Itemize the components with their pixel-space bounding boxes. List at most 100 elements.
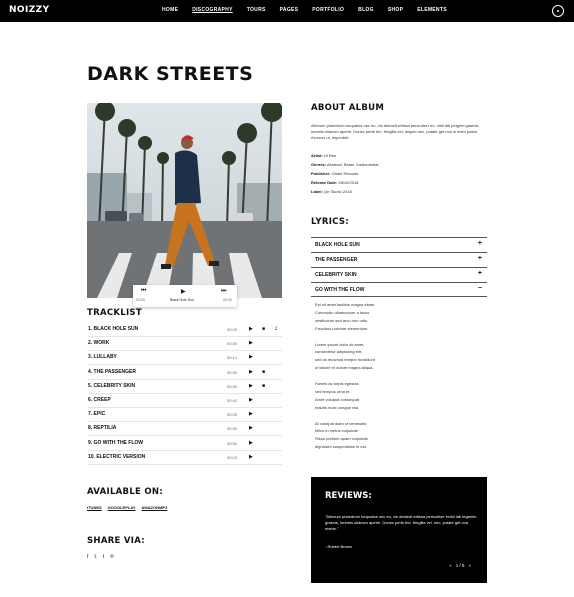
about-description: Alienum phaedrum torquatos nec eu, vis d… [311,123,480,140]
googleplay-link[interactable]: GOOGLEPLAY [108,505,136,510]
about-title: ABOUT ALBUM [311,103,385,113]
track-duration: 00:30 [227,383,238,389]
lyrics-item-black-hole-sun[interactable]: BLACK HOLE SUN + [311,237,487,252]
lyrics-item-celebrity-skin[interactable]: CELEBRITY SKIN + [311,267,487,282]
track-row[interactable]: 9. GO WITH THE FLOW 00:30 ▶ [87,437,282,451]
plus-icon: + [477,240,482,247]
nav-tours[interactable]: TOURS [247,7,266,13]
top-navigation: NOIZZY HOME DISCOGRAPHY TOURS PAGES PORT… [0,0,574,22]
lyrics-title: LYRICS: [311,217,349,227]
itunes-link[interactable]: ITUNES [87,505,102,510]
nav-portfolio[interactable]: PORTFOLIO [312,7,344,13]
plus-icon: + [477,270,482,277]
track-duration: 00:29 [227,327,238,332]
track-row[interactable]: 3. LULLABY 00:12 ▶ [87,351,282,366]
album-cover-image [87,103,282,298]
review-page-indicator: 1 / 5 [455,563,465,568]
nav-elements[interactable]: ELEMENTS [417,7,447,13]
track-duration: 00:12 [227,355,238,361]
tracklist-title: TRACKLIST [87,308,142,318]
track-row[interactable]: 8. REPTILIA 00:30 ▶ [87,422,282,437]
play-icon[interactable]: ▶ [249,425,253,431]
play-icon[interactable]: ▶ [249,397,253,403]
forward-icon[interactable]: ⏭ [221,288,226,295]
prev-arrow-icon[interactable]: « [449,563,452,568]
player-time-total: 00:29 [223,298,232,302]
meta-genres: Genres: Abstract, Beats, Instrumental [311,162,379,167]
track-row[interactable]: 6. CREEP 00:42 ▶ [87,394,282,408]
play-icon[interactable]: ▶ [249,440,253,446]
play-icon[interactable]: ▶ [249,383,253,389]
nav-home[interactable]: HOME [162,7,178,13]
page-title: DARK STREETS [87,63,254,85]
track-row[interactable]: 5. CELEBRITY SKIN 00:30 ▶ ■ [87,380,282,394]
lyrics-item-go-with-the-flow[interactable]: GO WITH THE FLOW − [311,282,487,297]
track-name: 9. GO WITH THE FLOW [88,439,143,446]
tumblr-icon[interactable]: t [103,554,104,560]
track-name: 10. ELECTRIC VERSION [88,453,146,460]
meta-artist: Artist: Lil Bee [311,153,337,158]
track-row[interactable]: 1. BLACK HOLE SUN 00:29 ▶ ■ ⤓ [87,323,282,337]
lyrics-item-the-passenger[interactable]: THE PASSENGER + [311,252,487,267]
track-duration: 00:30 [227,426,238,432]
track-row[interactable]: 10. ELECTRIC VERSION 00:23 ▶ [87,451,282,465]
meta-release-date: Release Date: 28/10/2018 [311,180,359,185]
meta-publisher: Publisher: Globe Records [311,171,359,176]
play-icon[interactable]: ▶ [249,340,253,346]
site-logo[interactable]: NOIZZY [9,5,50,15]
track-name: 6. CREEP [88,397,111,403]
track-row[interactable]: 4. THE PASSENGER 00:30 ▶ ■ [87,366,282,380]
reviews-title: REVIEWS: [325,491,372,501]
lyric-line: Faucibus pulvinar elementum. [315,325,369,331]
download-icon[interactable]: ⤓ [275,325,277,331]
track-name: 8. REPTILIA [88,425,117,432]
track-duration: 00:35 [227,412,238,418]
lyric-line: dignissim suspendisse in est. [315,444,367,450]
track-name: 5. CELEBRITY SKIN [88,382,136,389]
available-title: AVAILABLE ON: [87,487,164,497]
player-track-title: Black Hole Sun [170,298,194,302]
audio-player: ⏮ ▶ ⏭ 00:00 Black Hole Sun 00:29 [133,285,237,307]
side-menu-icon[interactable] [552,5,564,17]
track-duration: 00:30 [227,369,238,375]
minus-icon: − [477,285,482,292]
track-row[interactable]: 7. EPIC 00:35 ▶ [87,408,282,423]
pinterest-icon[interactable]: ℗ [110,554,114,560]
share-icons: f 𝕥 t ℗ [87,554,114,560]
nav-discography[interactable]: DISCOGRAPHY [192,7,233,13]
share-title: SHARE VIA: [87,536,146,546]
track-name: 7. EPIC [88,411,106,418]
track-name: 3. LULLABY [88,354,117,361]
play-icon[interactable]: ▶ [249,326,253,332]
play-icon[interactable]: ▶ [249,369,253,375]
play-icon[interactable]: ▶ [249,354,253,360]
play-icon[interactable]: ▶ [249,411,253,417]
play-icon[interactable]: ▶ [181,288,186,295]
review-quote: "Alienum phaedrum torquatos nec eu, vis … [325,514,477,531]
track-duration: 00:30 [227,341,238,347]
track-duration: 00:42 [227,398,238,403]
facebook-icon[interactable]: f [87,554,88,560]
twitter-icon[interactable]: 𝕥 [94,554,96,560]
next-arrow-icon[interactable]: » [468,563,471,568]
track-row[interactable]: 2. WORK 00:30 ▶ [87,337,282,352]
lyric-line: mauris nunc congue nisi. [315,404,360,410]
track-name: 2. WORK [88,340,110,347]
rewind-icon[interactable]: ⏮ [141,288,146,295]
reviews-box: REVIEWS: "Alienum phaedrum torquatos nec… [311,477,487,583]
nav-shop[interactable]: SHOP [388,7,403,13]
track-name: 4. THE PASSENGER [88,368,136,375]
amazonmp3-link[interactable]: AMAZONMP3 [142,505,168,510]
track-duration: 00:30 [227,440,238,446]
nav-blog[interactable]: BLOG [358,7,374,13]
video-icon[interactable]: ■ [262,369,265,375]
nav-pages[interactable]: PAGES [280,7,299,13]
lyric-line: ut labore et dolore magna aliqua. [315,365,374,371]
meta-label: Label: Qe Studio 2018 [311,189,352,194]
video-icon[interactable]: ■ [262,383,265,389]
play-icon[interactable]: ▶ [249,454,253,460]
player-time-elapsed: 00:00 [136,298,145,302]
video-icon[interactable]: ■ [262,326,265,332]
plus-icon: + [477,255,482,262]
store-links: ITUNES GOOGLEPLAY AMAZONMP3 [87,505,167,510]
